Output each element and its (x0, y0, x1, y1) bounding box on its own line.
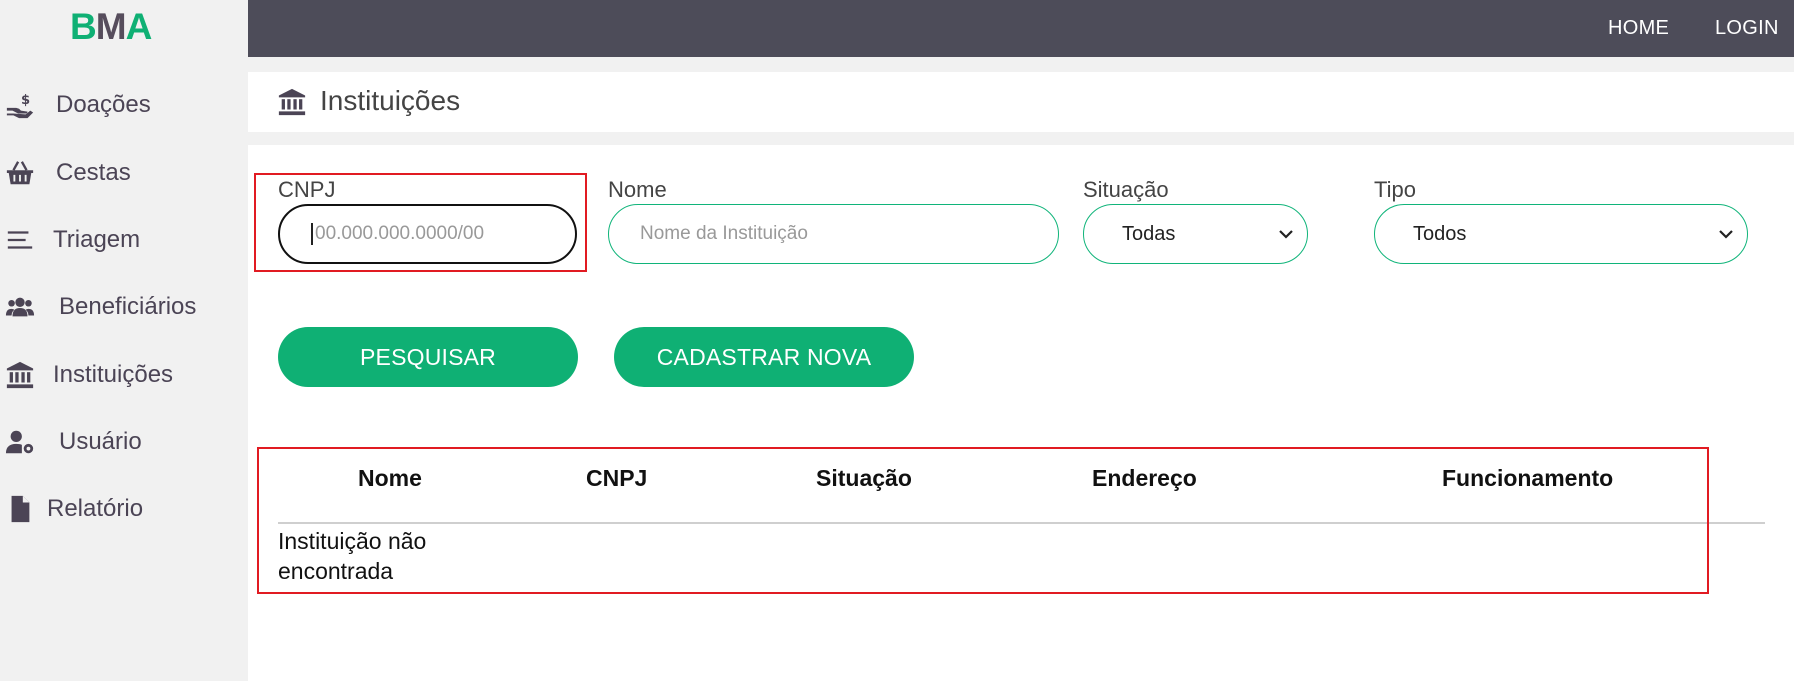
top-navbar: HOME LOGIN (248, 0, 1794, 57)
sidebar-item-relatorio[interactable]: Relatório (0, 484, 248, 534)
highlight-box-cnpj (254, 173, 587, 272)
sidebar-item-doacoes[interactable]: $ Doações (0, 80, 248, 130)
create-new-button[interactable]: CADASTRAR NOVA (614, 327, 914, 387)
basket-icon (4, 157, 36, 189)
file-icon (4, 493, 36, 525)
sidebar-item-usuario[interactable]: Usuário (0, 417, 248, 467)
main-content: CNPJ 00.000.000.0000/00 Nome Nome da Ins… (248, 145, 1794, 681)
hand-dollar-icon: $ (4, 89, 36, 121)
sidebar-item-triagem[interactable]: Triagem (0, 215, 248, 265)
nome-input[interactable]: Nome da Instituição (608, 204, 1059, 264)
sidebar-item-label: Usuário (59, 428, 142, 455)
nome-label: Nome (608, 177, 667, 202)
sidebar: BMA $ Doações Cestas Triagem Beneficiári… (0, 0, 248, 681)
situacao-label: Situação (1083, 177, 1169, 202)
svg-text:$: $ (21, 93, 30, 108)
nome-placeholder: Nome da Instituição (640, 223, 808, 244)
user-cog-icon (4, 426, 36, 458)
chevron-down-icon (1717, 225, 1735, 243)
sidebar-item-label: Cestas (56, 159, 131, 186)
sidebar-item-label: Beneficiários (59, 293, 197, 320)
sidebar-item-label: Triagem (53, 226, 141, 253)
login-link[interactable]: LOGIN (1715, 17, 1779, 40)
logo-letter-b: B (70, 6, 97, 47)
logo-letter-a: A (125, 6, 153, 47)
sidebar-item-label: Doações (56, 91, 151, 118)
bank-icon (4, 359, 36, 391)
page-title: Instituições (320, 85, 461, 116)
search-button[interactable]: PESQUISAR (278, 327, 578, 387)
page-header: Instituições (248, 72, 1794, 132)
sidebar-item-label: Relatório (47, 495, 144, 522)
sidebar-item-cestas[interactable]: Cestas (0, 148, 248, 198)
highlight-box-table (257, 447, 1709, 594)
tipo-select[interactable]: Todos (1374, 204, 1748, 264)
sidebar-item-label: Instituições (53, 361, 174, 388)
sidebar-item-instituicoes[interactable]: Instituições (0, 350, 248, 400)
logo-letter-m: M (95, 6, 127, 47)
bank-icon (276, 87, 308, 117)
tipo-selected: Todos (1413, 222, 1467, 245)
menu-lines-icon (4, 224, 36, 256)
users-icon (4, 291, 36, 323)
situacao-select[interactable]: Todas (1083, 204, 1308, 264)
brand-logo[interactable]: BMA (70, 4, 153, 49)
sidebar-item-beneficiarios[interactable]: Beneficiários (0, 282, 248, 332)
situacao-selected: Todas (1122, 222, 1176, 245)
tipo-label: Tipo (1374, 177, 1416, 202)
home-link[interactable]: HOME (1608, 17, 1669, 40)
chevron-down-icon (1277, 225, 1295, 243)
